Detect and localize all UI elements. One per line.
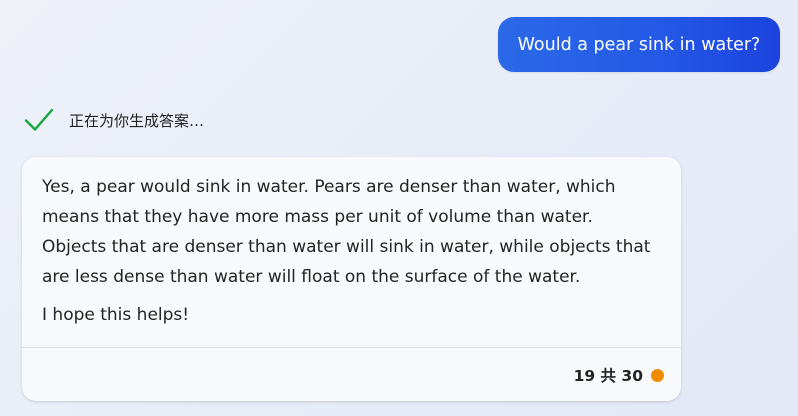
turn-counter: 19 共 30 bbox=[573, 367, 643, 385]
status-text: 正在为你生成答案… bbox=[69, 111, 205, 130]
user-message-bubble: Would a pear sink in water? bbox=[498, 17, 780, 72]
answer-card: Yes, a pear would sink in water. Pears a… bbox=[22, 157, 681, 401]
answer-paragraph: I hope this helps! bbox=[42, 305, 190, 325]
status-indicator-dot bbox=[651, 368, 664, 382]
answer-paragraph: Yes, a pear would sink in water. Pears a… bbox=[42, 177, 651, 287]
answer-body: Yes, a pear would sink in water. Pears a… bbox=[42, 172, 652, 330]
generation-status: 正在为你生成答案… bbox=[24, 106, 204, 134]
card-divider bbox=[22, 347, 681, 348]
card-footer: 19 共 30 bbox=[574, 361, 664, 389]
check-icon bbox=[24, 106, 54, 134]
check-icon-svg bbox=[24, 108, 54, 131]
user-message-text: Would a pear sink in water? bbox=[517, 34, 761, 55]
